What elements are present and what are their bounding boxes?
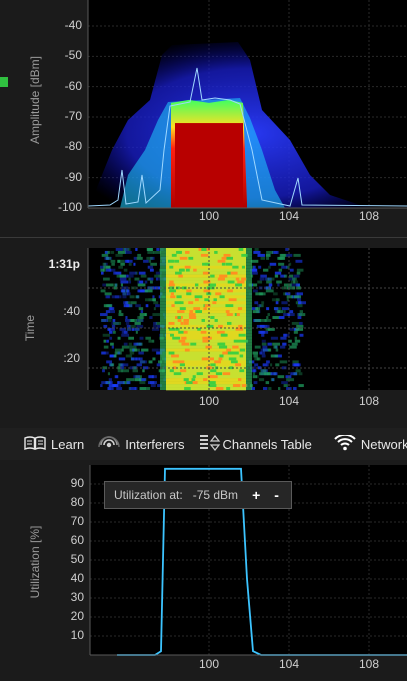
utilization-tick-label: 40: [70, 571, 84, 585]
utilization-tick-label: 50: [70, 552, 84, 566]
networks-label: Networks: [360, 436, 407, 452]
amplitude-tick-label: -50: [64, 48, 82, 63]
book-icon: [24, 435, 46, 453]
utilization-tick-label: 80: [70, 495, 84, 509]
interferers-button[interactable]: Interferers: [98, 434, 185, 455]
time-tick-label: 1:31p: [48, 257, 80, 271]
learn-label: Learn: [51, 436, 85, 452]
utilization-tick-label: 90: [70, 476, 84, 490]
frequency-tick-label: 104: [278, 209, 300, 223]
utilization-tick-label: 60: [70, 533, 84, 547]
amplitude-tick-label: -80: [64, 139, 82, 154]
channels-table-label: Channels Table: [222, 436, 312, 452]
utilization-threshold-label: Utilization at:: [114, 488, 183, 502]
utilization-threshold-value: -75 dBm: [192, 488, 239, 502]
networks-button[interactable]: Networks: [334, 433, 407, 454]
utilization-threshold-box: Utilization at: -75 dBm + -: [104, 481, 292, 509]
interferers-icon: [98, 434, 120, 455]
time-tick-label: :20: [63, 351, 80, 365]
amplitude-tick-label: -40: [64, 18, 82, 32]
frequency-tick-label: 100: [198, 209, 220, 223]
increase-threshold-button[interactable]: +: [252, 487, 260, 503]
channels-table-button[interactable]: Channels Table: [199, 433, 312, 456]
learn-button[interactable]: Learn: [24, 435, 85, 453]
frequency-tick-label: 104: [278, 394, 300, 408]
spectrum-panel: Amplitude [dBm] -40 -50 -60 -70 -80 -90 -100 1…: [0, 0, 407, 232]
utilization-tick-label: 10: [70, 628, 84, 642]
amplitude-tick-label: -60: [64, 78, 82, 93]
channels-table-icon: [199, 433, 221, 456]
time-tick-label: :40: [63, 304, 80, 318]
decrease-threshold-button[interactable]: -: [274, 487, 279, 503]
waterfall-panel: Time 1:31p :40 :20 100 104 108: [0, 238, 407, 423]
frequency-tick-label: 100: [198, 394, 220, 408]
amplitude-tick-label: -70: [64, 109, 82, 123]
utilization-tick-label: 20: [70, 609, 84, 623]
utilization-tick-label: 30: [70, 590, 84, 604]
amplitude-tick-label: -100: [57, 200, 82, 214]
spectrum-signal-core: [175, 123, 243, 208]
amplitude-tick-label: -90: [64, 169, 82, 184]
frequency-tick-label: 108: [358, 394, 380, 408]
utilization-tick-label: 70: [70, 514, 84, 528]
view-toolbar: Learn Interferers Channels Table Network: [0, 428, 407, 460]
frequency-tick-label: 108: [358, 209, 380, 223]
interferers-label: Interferers: [125, 436, 185, 452]
wifi-icon: [334, 433, 356, 454]
frequency-tick-label: 108: [358, 657, 380, 671]
frequency-tick-label: 100: [198, 657, 220, 671]
frequency-tick-label: 104: [278, 657, 300, 671]
